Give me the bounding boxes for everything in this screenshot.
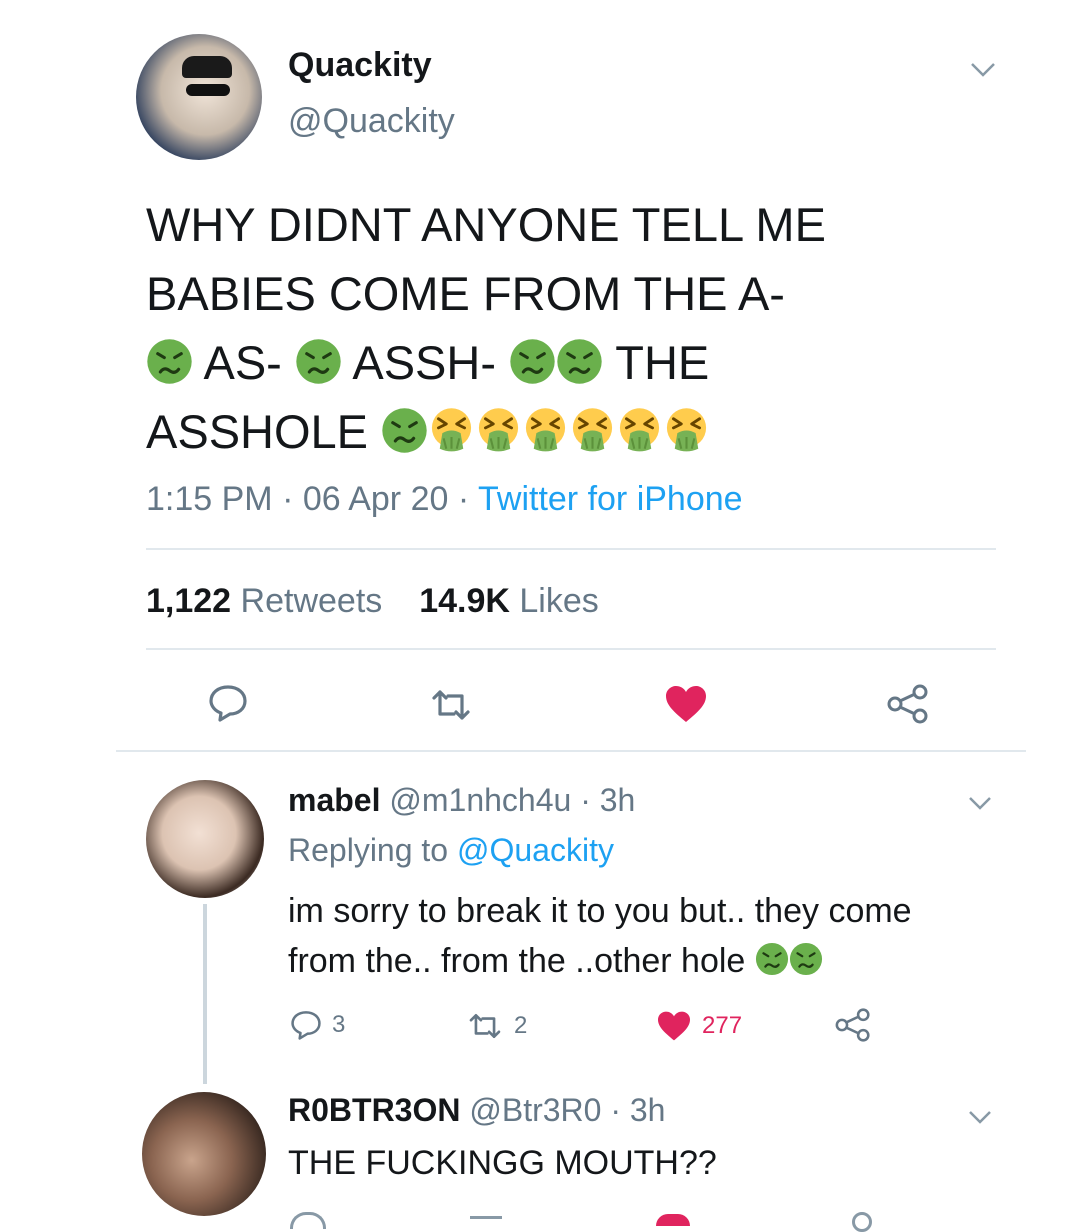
- reply-button[interactable]: [208, 684, 248, 727]
- vomiting-face-emoji: [475, 407, 522, 454]
- replying-prefix: Replying to: [288, 832, 457, 868]
- reply-icon: [291, 1011, 321, 1040]
- reply-author-handle[interactable]: @Btr3R0 · 3h: [469, 1092, 665, 1128]
- reply-text: THE FUCKINGG MOUTH??: [288, 1144, 717, 1182]
- nauseated-face-emoji: [509, 338, 556, 385]
- reply-author-name[interactable]: mabel: [288, 782, 380, 818]
- replying-to: Replying to @Quackity: [288, 832, 614, 869]
- retweet-icon: [432, 690, 470, 720]
- vomiting-face-emoji: [663, 407, 710, 454]
- vomiting-face-emoji: [569, 407, 616, 454]
- tweet-line-3: AS- ASSH- THE: [146, 328, 826, 397]
- retweet-button[interactable]: 2: [466, 1012, 527, 1040]
- like-button[interactable]: [656, 1214, 690, 1226]
- nauseated-face-emoji: [295, 338, 342, 385]
- tweet-seg-as: AS-: [203, 336, 282, 389]
- avatar-hat: [182, 56, 232, 78]
- like-count: 277: [702, 1012, 743, 1039]
- nauseated-face-emoji: [381, 407, 428, 454]
- tweet-timestamp: 1:15 PM · 06 Apr 20 · Twitter for iPhone: [146, 480, 743, 519]
- avatar[interactable]: [146, 780, 264, 898]
- thread-line: [203, 904, 207, 1084]
- reply-text-line-2-text: from the.. from the ..other hole: [288, 942, 746, 980]
- tweet-seg-asshole: ASSHOLE: [146, 405, 369, 458]
- nauseated-face-emoji: [755, 942, 789, 976]
- chevron-down-icon[interactable]: [968, 1110, 992, 1129]
- avatar-glasses: [186, 84, 230, 96]
- retweet-button[interactable]: [428, 688, 474, 727]
- likes-label[interactable]: Likes: [519, 582, 598, 620]
- replying-to-handle[interactable]: @Quackity: [457, 832, 614, 868]
- like-button[interactable]: 277: [656, 1010, 742, 1042]
- reply-text-line-2: from the.. from the ..other hole: [288, 936, 912, 986]
- vomiting-face-emoji: [522, 407, 569, 454]
- heart-icon: [658, 1011, 690, 1041]
- reply-author-name[interactable]: R0BTR3ON: [288, 1092, 460, 1128]
- chevron-down-icon[interactable]: [968, 796, 992, 815]
- divider: [146, 648, 996, 650]
- vomiting-face-emoji: [616, 407, 663, 454]
- reply-author-handle[interactable]: @m1nhch4u · 3h: [389, 782, 635, 818]
- retweet-button[interactable]: [470, 1216, 502, 1229]
- share-button[interactable]: [834, 1008, 872, 1047]
- author-name[interactable]: Quackity: [288, 46, 432, 85]
- retweet-count: 2: [514, 1012, 528, 1039]
- divider: [146, 548, 996, 550]
- tweet-seg-assh: ASSH-: [352, 336, 496, 389]
- tweet-source[interactable]: Twitter for iPhone: [478, 480, 743, 518]
- nauseated-face-emoji: [146, 338, 193, 385]
- tweet-time[interactable]: 1:15 PM · 06 Apr 20 ·: [146, 480, 478, 518]
- nauseated-face-emoji: [789, 942, 823, 976]
- retweets-label[interactable]: Retweets: [241, 582, 383, 620]
- reply-icon: [209, 685, 247, 722]
- author-handle[interactable]: @Quackity: [288, 102, 455, 141]
- likes-count[interactable]: 14.9K: [419, 582, 510, 620]
- avatar[interactable]: [142, 1092, 266, 1216]
- tweet-stats: 1,122 Retweets 14.9K Likes: [146, 582, 599, 621]
- share-button[interactable]: [886, 684, 930, 729]
- reply-button[interactable]: [290, 1212, 326, 1229]
- divider: [116, 750, 1026, 752]
- tweet-line-1: WHY DIDNT ANYONE TELL ME: [146, 198, 826, 251]
- chevron-down-icon[interactable]: [970, 52, 996, 86]
- tweet-text: WHY DIDNT ANYONE TELL ME BABIES COME FRO…: [146, 190, 826, 466]
- share-button[interactable]: [852, 1212, 872, 1232]
- tweet-seg-the: THE: [615, 336, 710, 389]
- tweet-line-4: ASSHOLE: [146, 397, 826, 466]
- share-icon: [887, 684, 928, 724]
- retweet-icon: [469, 1013, 501, 1039]
- tweet-line-2: BABIES COME FROM THE A-: [146, 267, 785, 320]
- retweets-count[interactable]: 1,122: [146, 582, 231, 620]
- like-button[interactable]: [664, 684, 708, 729]
- reply-text: im sorry to break it to you but.. they c…: [288, 886, 912, 986]
- heart-icon: [666, 686, 706, 722]
- reply-count: 3: [332, 1011, 346, 1038]
- nauseated-face-emoji: [556, 338, 603, 385]
- avatar[interactable]: [136, 34, 262, 160]
- reply-header: R0BTR3ON @Btr3R0 · 3h: [288, 1092, 665, 1129]
- vomiting-face-emoji: [428, 407, 475, 454]
- reply-button[interactable]: 3: [290, 1010, 345, 1040]
- reply-header: mabel @m1nhch4u · 3h: [288, 782, 635, 819]
- share-icon: [835, 1008, 870, 1042]
- reply-text-line-1: im sorry to break it to you but.. they c…: [288, 892, 912, 930]
